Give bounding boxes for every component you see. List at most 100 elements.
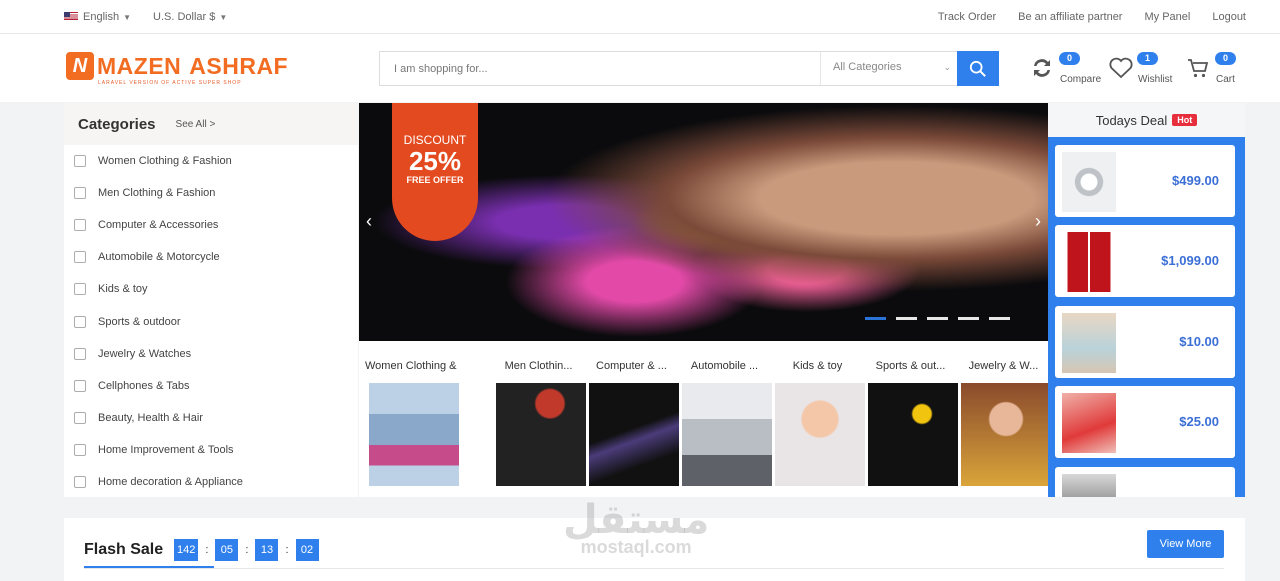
search-button[interactable] bbox=[957, 51, 999, 86]
paint-roller-icon bbox=[74, 475, 86, 488]
timer-seconds: 02 bbox=[295, 539, 319, 561]
thumb-image bbox=[682, 383, 772, 486]
deal-item[interactable]: $499.00 bbox=[1055, 145, 1235, 217]
my-panel-link[interactable]: My Panel bbox=[1144, 11, 1190, 23]
category-item[interactable]: Beauty, Health & Hair bbox=[64, 402, 358, 434]
slider-dot[interactable] bbox=[989, 317, 1010, 320]
slider-dot[interactable] bbox=[958, 317, 979, 320]
shirt-icon bbox=[74, 187, 86, 200]
hero-banner[interactable]: DISCOUNT 25% FREE OFFER ‹ › bbox=[359, 103, 1048, 341]
chevron-down-icon: ⌄ bbox=[943, 62, 951, 72]
categories-panel: Categories See All > Women Clothing & Fa… bbox=[64, 103, 358, 497]
phone-image bbox=[1062, 232, 1116, 292]
dress-image bbox=[1062, 313, 1116, 373]
category-thumb[interactable]: Sports & out... bbox=[864, 341, 958, 486]
category-thumb[interactable]: Women Clothing & F... bbox=[365, 341, 459, 486]
toy-icon bbox=[74, 283, 86, 296]
todays-deal-header: Todays Deal Hot bbox=[1048, 103, 1245, 137]
categories-header: Categories See All > bbox=[64, 103, 358, 145]
header: N MAZEN ASHRAF LARAVEL VERSION OF ACTIVE … bbox=[0, 34, 1280, 102]
search-icon bbox=[969, 60, 986, 77]
dress-icon bbox=[74, 155, 86, 168]
next-slide-arrow[interactable]: › bbox=[1035, 211, 1041, 232]
currency-selector[interactable]: U.S. Dollar $ ▼ bbox=[153, 11, 227, 23]
see-all-link[interactable]: See All > bbox=[176, 119, 216, 130]
caret-down-icon: ▼ bbox=[123, 13, 131, 22]
thumb-image bbox=[868, 383, 958, 486]
cart-button[interactable]: 0 Cart bbox=[1186, 52, 1244, 86]
deal-item[interactable]: $10.00 bbox=[1055, 306, 1235, 378]
wishlist-button[interactable]: 1 Wishlist bbox=[1108, 52, 1172, 86]
timer-hours: 05 bbox=[215, 539, 239, 561]
category-thumbs: Women Clothing & F... Men Clothin... Com… bbox=[359, 341, 1051, 497]
home-icon bbox=[74, 443, 86, 456]
caret-down-icon: ▼ bbox=[219, 13, 228, 22]
logout-link[interactable]: Logout bbox=[1212, 11, 1246, 23]
watermark: مستقل mostaql.com bbox=[563, 498, 710, 557]
category-item[interactable]: Kids & toy bbox=[64, 273, 358, 305]
hot-badge: Hot bbox=[1172, 114, 1198, 126]
category-thumb[interactable]: Jewelry & W... bbox=[957, 341, 1051, 486]
slider-dot[interactable] bbox=[927, 317, 948, 320]
cart-icon bbox=[1188, 59, 1209, 78]
laptop-icon bbox=[74, 219, 86, 232]
compare-count-badge: 0 bbox=[1059, 52, 1080, 65]
us-flag-icon bbox=[64, 12, 78, 21]
top-bar: English ▼ U.S. Dollar $ ▼ Track Order Be a… bbox=[0, 0, 1280, 34]
deal-item[interactable] bbox=[1055, 467, 1235, 497]
todays-deal-panel: Todays Deal Hot $499.00 $1,099.00 $10.00 … bbox=[1048, 103, 1245, 497]
prev-slide-arrow[interactable]: ‹ bbox=[366, 211, 372, 232]
watch-image bbox=[1062, 152, 1116, 212]
flash-sale-title: Flash Sale bbox=[84, 541, 164, 558]
compare-icon bbox=[1034, 59, 1050, 77]
category-select[interactable]: All Categories ⌄ bbox=[820, 52, 959, 85]
beauty-icon bbox=[74, 411, 86, 424]
slider-dot[interactable] bbox=[896, 317, 917, 320]
category-item[interactable]: Cellphones & Tabs bbox=[64, 370, 358, 402]
thumb-image bbox=[496, 383, 586, 486]
category-item[interactable]: Computer & Accessories bbox=[64, 209, 358, 241]
category-thumb[interactable]: Kids & toy bbox=[771, 341, 865, 486]
timer-days: 142 bbox=[174, 539, 199, 561]
product-image bbox=[1062, 474, 1116, 497]
affiliate-link[interactable]: Be an affiliate partner bbox=[1018, 11, 1122, 23]
category-item[interactable]: Automobile & Motorcycle bbox=[64, 241, 358, 273]
category-item[interactable]: Women Clothing & Fashion bbox=[64, 145, 358, 177]
category-item[interactable]: Home decoration & Appliance bbox=[64, 466, 358, 498]
ring-icon bbox=[74, 347, 86, 360]
category-thumb[interactable]: Computer & ... bbox=[585, 341, 679, 486]
deal-item[interactable]: $25.00 bbox=[1055, 386, 1235, 458]
track-order-link[interactable]: Track Order bbox=[938, 11, 996, 23]
slider-dot[interactable] bbox=[865, 317, 886, 320]
cart-count-badge: 0 bbox=[1215, 52, 1236, 65]
category-item[interactable]: Jewelry & Watches bbox=[64, 338, 358, 370]
deal-item[interactable]: $1,099.00 bbox=[1055, 225, 1235, 297]
search-bar: All Categories⌄ bbox=[379, 51, 999, 86]
thumb-image bbox=[369, 383, 459, 486]
car-icon bbox=[74, 251, 86, 264]
category-thumb[interactable]: Men Clothin... bbox=[492, 341, 586, 486]
logo-mark: N bbox=[66, 52, 94, 80]
shoes-image bbox=[1062, 393, 1116, 453]
wishlist-count-badge: 1 bbox=[1137, 52, 1158, 65]
thumb-image bbox=[775, 383, 865, 486]
category-item[interactable]: Home Improvement & Tools bbox=[64, 434, 358, 466]
thumb-image bbox=[961, 383, 1051, 486]
heart-icon bbox=[1109, 57, 1133, 79]
ball-icon bbox=[74, 315, 86, 328]
category-item[interactable]: Men Clothing & Fashion bbox=[64, 177, 358, 209]
slider-dots bbox=[865, 317, 1010, 320]
logo-tagline: LARAVEL VERSION OF ACTIVE SUPER SHOP bbox=[98, 80, 242, 86]
search-input[interactable] bbox=[380, 52, 820, 85]
category-item[interactable]: Sports & outdoor bbox=[64, 305, 358, 337]
categories-title: Categories bbox=[78, 115, 156, 133]
site-logo[interactable]: N MAZEN ASHRAF LARAVEL VERSION OF ACTIVE … bbox=[66, 52, 288, 86]
discount-tag: DISCOUNT 25% FREE OFFER bbox=[392, 103, 478, 241]
category-thumb[interactable]: Automobile ... bbox=[678, 341, 772, 486]
view-more-button[interactable]: View More bbox=[1147, 530, 1224, 558]
phone-icon bbox=[74, 379, 86, 392]
timer-minutes: 13 bbox=[255, 539, 279, 561]
language-selector[interactable]: English ▼ bbox=[64, 11, 131, 23]
compare-button[interactable]: 0 Compare bbox=[1030, 52, 1101, 86]
thumb-image bbox=[589, 383, 679, 486]
